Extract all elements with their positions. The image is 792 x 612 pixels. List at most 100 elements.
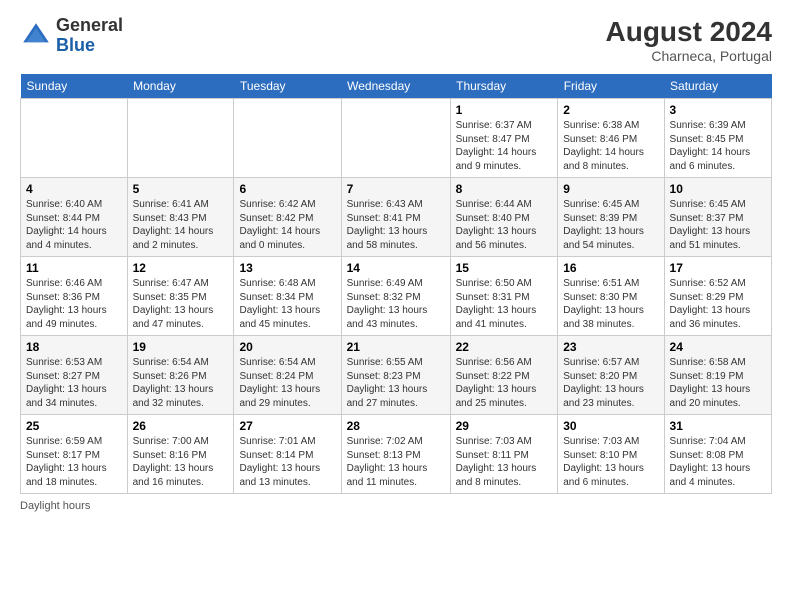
logo-general: General	[56, 15, 123, 35]
calendar-cell: 29 Sunrise: 7:03 AMSunset: 8:11 PMDayligh…	[450, 415, 558, 494]
calendar-cell: 23 Sunrise: 6:57 AMSunset: 8:20 PMDayligh…	[558, 336, 664, 415]
header: General Blue August 2024 Charneca, Portu…	[20, 16, 772, 64]
day-number: 15	[456, 261, 553, 275]
calendar-cell: 8 Sunrise: 6:44 AMSunset: 8:40 PMDaylight…	[450, 178, 558, 257]
column-header-sunday: Sunday	[21, 74, 128, 99]
day-number: 29	[456, 419, 553, 433]
calendar-cell: 5 Sunrise: 6:41 AMSunset: 8:43 PMDaylight…	[127, 178, 234, 257]
day-number: 5	[133, 182, 229, 196]
calendar-cell: 7 Sunrise: 6:43 AMSunset: 8:41 PMDaylight…	[341, 178, 450, 257]
logo-blue: Blue	[56, 35, 95, 55]
calendar-header-row: SundayMondayTuesdayWednesdayThursdayFrid…	[21, 74, 772, 99]
calendar-cell: 25 Sunrise: 6:59 AMSunset: 8:17 PMDayligh…	[21, 415, 128, 494]
column-header-tuesday: Tuesday	[234, 74, 341, 99]
footer: Daylight hours	[20, 500, 772, 512]
day-number: 7	[347, 182, 445, 196]
calendar: SundayMondayTuesdayWednesdayThursdayFrid…	[20, 74, 772, 494]
calendar-cell: 3Sunrise: 6:39 AMSunset: 8:45 PMDaylight…	[664, 99, 771, 178]
column-header-monday: Monday	[127, 74, 234, 99]
calendar-cell: 13Sunrise: 6:48 AMSunset: 8:34 PMDayligh…	[234, 257, 341, 336]
calendar-cell	[21, 99, 128, 178]
day-info: Sunrise: 6:38 AMSunset: 8:46 PMDaylight:…	[563, 119, 658, 173]
calendar-cell: 11 Sunrise: 6:46 AMSunset: 8:36 PMDayligh…	[21, 257, 128, 336]
day-number: 26	[133, 419, 229, 433]
day-number: 4	[26, 182, 122, 196]
day-number: 23	[563, 340, 658, 354]
day-number: 18	[26, 340, 122, 354]
day-number: 22	[456, 340, 553, 354]
day-number: 19	[133, 340, 229, 354]
day-info: Sunrise: 6:58 AMSunset: 8:19 PMDaylight:…	[670, 356, 766, 410]
logo-text: General Blue	[56, 16, 123, 56]
day-info: Sunrise: 7:03 AMSunset: 8:11 PMDaylight:…	[456, 435, 553, 489]
calendar-cell: 22Sunrise: 6:56 AMSunset: 8:22 PMDayligh…	[450, 336, 558, 415]
calendar-cell: 27Sunrise: 7:01 AMSunset: 8:14 PMDayligh…	[234, 415, 341, 494]
calendar-cell: 21 Sunrise: 6:55 AMSunset: 8:23 PMDayligh…	[341, 336, 450, 415]
day-info: Sunrise: 6:45 AMSunset: 8:37 PMDaylight:…	[670, 198, 766, 252]
calendar-cell: 26Sunrise: 7:00 AMSunset: 8:16 PMDayligh…	[127, 415, 234, 494]
day-number: 2	[563, 103, 658, 117]
calendar-cell: 19 Sunrise: 6:54 AMSunset: 8:26 PMDayligh…	[127, 336, 234, 415]
day-info: Sunrise: 6:55 AMSunset: 8:23 PMDaylight:…	[347, 356, 445, 410]
calendar-cell: 20Sunrise: 6:54 AMSunset: 8:24 PMDayligh…	[234, 336, 341, 415]
title-block: August 2024 Charneca, Portugal	[606, 16, 773, 64]
day-info: Sunrise: 7:01 AMSunset: 8:14 PMDaylight:…	[239, 435, 335, 489]
day-info: Sunrise: 7:04 AMSunset: 8:08 PMDaylight:…	[670, 435, 766, 489]
calendar-cell: 24 Sunrise: 6:58 AMSunset: 8:19 PMDayligh…	[664, 336, 771, 415]
calendar-cell: 12 Sunrise: 6:47 AMSunset: 8:35 PMDayligh…	[127, 257, 234, 336]
day-number: 24	[670, 340, 766, 354]
calendar-cell	[341, 99, 450, 178]
day-info: Sunrise: 6:47 AMSunset: 8:35 PMDaylight:…	[133, 277, 229, 331]
calendar-cell: 15 Sunrise: 6:50 AMSunset: 8:31 PMDayligh…	[450, 257, 558, 336]
calendar-cell: 30 Sunrise: 7:03 AMSunset: 8:10 PMDayligh…	[558, 415, 664, 494]
day-number: 21	[347, 340, 445, 354]
calendar-week-4: 18Sunrise: 6:53 AMSunset: 8:27 PMDayligh…	[21, 336, 772, 415]
day-info: Sunrise: 7:03 AMSunset: 8:10 PMDaylight:…	[563, 435, 658, 489]
calendar-week-1: 1Sunrise: 6:37 AMSunset: 8:47 PMDaylight…	[21, 99, 772, 178]
day-number: 14	[347, 261, 445, 275]
day-info: Sunrise: 6:42 AMSunset: 8:42 PMDaylight:…	[239, 198, 335, 252]
day-info: Sunrise: 6:41 AMSunset: 8:43 PMDaylight:…	[133, 198, 229, 252]
day-info: Sunrise: 6:59 AMSunset: 8:17 PMDaylight:…	[26, 435, 122, 489]
calendar-cell: 18Sunrise: 6:53 AMSunset: 8:27 PMDayligh…	[21, 336, 128, 415]
calendar-cell: 14 Sunrise: 6:49 AMSunset: 8:32 PMDayligh…	[341, 257, 450, 336]
day-number: 31	[670, 419, 766, 433]
day-info: Sunrise: 6:37 AMSunset: 8:47 PMDaylight:…	[456, 119, 553, 173]
calendar-cell: 17Sunrise: 6:52 AMSunset: 8:29 PMDayligh…	[664, 257, 771, 336]
calendar-week-2: 4 Sunrise: 6:40 AMSunset: 8:44 PMDaylight…	[21, 178, 772, 257]
column-header-saturday: Saturday	[664, 74, 771, 99]
day-info: Sunrise: 6:48 AMSunset: 8:34 PMDaylight:…	[239, 277, 335, 331]
day-info: Sunrise: 6:54 AMSunset: 8:26 PMDaylight:…	[133, 356, 229, 410]
calendar-cell	[127, 99, 234, 178]
logo-icon	[20, 20, 52, 52]
day-number: 12	[133, 261, 229, 275]
calendar-cell: 2 Sunrise: 6:38 AMSunset: 8:46 PMDaylight…	[558, 99, 664, 178]
day-info: Sunrise: 6:46 AMSunset: 8:36 PMDaylight:…	[26, 277, 122, 331]
day-number: 30	[563, 419, 658, 433]
day-info: Sunrise: 6:43 AMSunset: 8:41 PMDaylight:…	[347, 198, 445, 252]
day-info: Sunrise: 6:49 AMSunset: 8:32 PMDaylight:…	[347, 277, 445, 331]
day-info: Sunrise: 6:44 AMSunset: 8:40 PMDaylight:…	[456, 198, 553, 252]
day-number: 11	[26, 261, 122, 275]
day-number: 25	[26, 419, 122, 433]
calendar-cell: 6 Sunrise: 6:42 AMSunset: 8:42 PMDaylight…	[234, 178, 341, 257]
day-number: 20	[239, 340, 335, 354]
day-info: Sunrise: 6:51 AMSunset: 8:30 PMDaylight:…	[563, 277, 658, 331]
day-number: 8	[456, 182, 553, 196]
day-info: Sunrise: 7:02 AMSunset: 8:13 PMDaylight:…	[347, 435, 445, 489]
calendar-cell: 9Sunrise: 6:45 AMSunset: 8:39 PMDaylight…	[558, 178, 664, 257]
day-number: 6	[239, 182, 335, 196]
calendar-week-5: 25 Sunrise: 6:59 AMSunset: 8:17 PMDayligh…	[21, 415, 772, 494]
logo: General Blue	[20, 16, 123, 56]
calendar-cell: 28 Sunrise: 7:02 AMSunset: 8:13 PMDayligh…	[341, 415, 450, 494]
calendar-cell: 4 Sunrise: 6:40 AMSunset: 8:44 PMDaylight…	[21, 178, 128, 257]
day-info: Sunrise: 6:50 AMSunset: 8:31 PMDaylight:…	[456, 277, 553, 331]
column-header-wednesday: Wednesday	[341, 74, 450, 99]
day-info: Sunrise: 6:40 AMSunset: 8:44 PMDaylight:…	[26, 198, 122, 252]
day-number: 10	[670, 182, 766, 196]
calendar-cell: 10 Sunrise: 6:45 AMSunset: 8:37 PMDayligh…	[664, 178, 771, 257]
day-number: 9	[563, 182, 658, 196]
day-number: 28	[347, 419, 445, 433]
day-info: Sunrise: 6:57 AMSunset: 8:20 PMDaylight:…	[563, 356, 658, 410]
month-year: August 2024	[606, 16, 773, 48]
